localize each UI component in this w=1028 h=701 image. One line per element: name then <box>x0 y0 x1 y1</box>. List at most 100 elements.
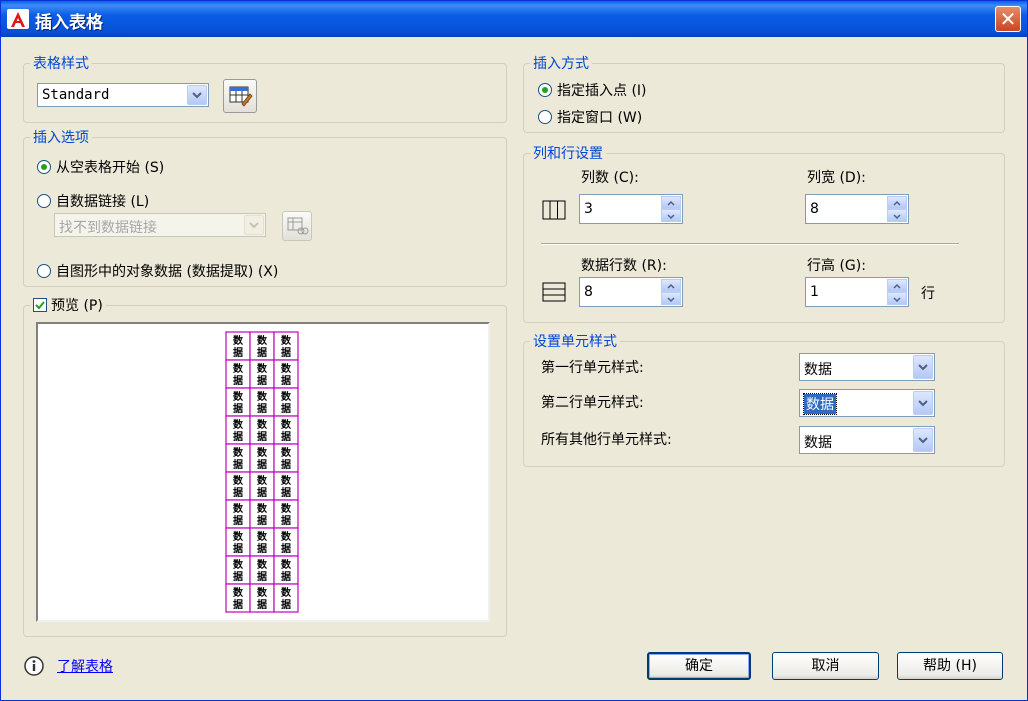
preview-cell-text: 据 <box>233 570 243 583</box>
preview-cell-text: 数 <box>257 530 268 543</box>
spin-down-button[interactable] <box>661 292 681 305</box>
radio-button-checked[interactable] <box>37 160 51 174</box>
table-style-dialog-button[interactable] <box>223 79 257 113</box>
data-link-dropdown-arrow[interactable] <box>244 215 264 235</box>
data-link-manager-button[interactable] <box>282 211 312 241</box>
preview-cell-text: 据 <box>233 598 243 611</box>
data-link-value: 找不到数据链接 <box>59 220 157 236</box>
radio-button[interactable] <box>37 194 51 208</box>
radio-from-extraction[interactable]: 自图形中的对象数据 (数据提取) (X) <box>37 261 278 281</box>
other-rows-style-dropdown-arrow[interactable] <box>913 428 933 452</box>
radio-window[interactable]: 指定窗口 (W) <box>538 107 642 127</box>
chevron-down-icon <box>667 297 675 303</box>
cell-style-legend: 设置单元样式 <box>533 334 617 350</box>
autocad-logo-icon <box>7 9 29 29</box>
table-style-dropdown-arrow[interactable] <box>187 85 207 105</box>
chevron-down-icon <box>893 214 901 220</box>
ok-button[interactable]: 确定 <box>647 652 751 680</box>
data-link-icon <box>287 217 309 235</box>
second-row-style-dropdown-arrow[interactable] <box>913 391 933 415</box>
preview-cell-text: 数 <box>257 390 268 403</box>
first-row-style-select[interactable]: 数据 <box>799 353 935 381</box>
first-row-style-label: 第一行单元样式: <box>541 360 644 376</box>
data-rows-label: 数据行数 (R): <box>581 258 667 274</box>
preview-cell-text: 据 <box>281 346 291 359</box>
second-row-style-label: 第二行单元样式: <box>541 395 644 411</box>
chevron-down-icon <box>667 214 675 220</box>
preview-cell-text: 数 <box>281 586 292 599</box>
cancel-button[interactable]: 取消 <box>772 652 879 680</box>
data-rows-input[interactable]: 8 <box>579 277 683 307</box>
table-style-value: Standard <box>42 87 110 103</box>
radio-insertion-point[interactable]: 指定插入点 (I) <box>538 80 647 100</box>
data-rows-value: 8 <box>584 284 593 300</box>
preview-legend[interactable]: 预览 (P) <box>30 295 106 315</box>
spin-down-button[interactable] <box>887 209 907 222</box>
preview-cell-text: 数 <box>233 474 244 487</box>
preview-cell-text: 数 <box>233 334 244 347</box>
spin-down-button[interactable] <box>887 292 907 305</box>
close-icon: ✕ <box>999 7 1017 31</box>
columns-spinner[interactable] <box>661 196 681 222</box>
data-rows-spinner[interactable] <box>661 279 681 305</box>
columns-input[interactable]: 3 <box>579 194 683 224</box>
table-style-edit-icon <box>229 86 253 107</box>
close-button[interactable]: ✕ <box>995 6 1021 32</box>
column-width-spinner[interactable] <box>887 196 907 222</box>
radio-button[interactable] <box>538 110 552 124</box>
chevron-down-icon <box>918 400 928 407</box>
preview-cell-text: 据 <box>257 402 267 415</box>
preview-cell-text: 据 <box>281 458 291 471</box>
insert-method-legend: 插入方式 <box>533 56 589 72</box>
learn-about-tables-link[interactable]: 了解表格 <box>57 656 113 676</box>
row-unit-label: 行 <box>921 286 935 302</box>
second-row-style-select[interactable]: 数据 <box>799 389 935 417</box>
preview-cell-text: 据 <box>233 374 243 387</box>
radio-from-empty[interactable]: 从空表格开始 (S) <box>37 157 164 177</box>
preview-cell-text: 数 <box>281 474 292 487</box>
spin-up-button[interactable] <box>887 279 907 292</box>
title-bar: 插入表格 ✕ <box>1 1 1027 37</box>
columns-label: 列数 (C): <box>581 170 639 186</box>
column-width-input[interactable]: 8 <box>805 194 909 224</box>
chevron-up-icon <box>893 283 901 289</box>
preview-cell-text: 据 <box>281 514 291 527</box>
radio-insertion-point-label: 指定插入点 (I) <box>557 83 647 99</box>
data-link-select[interactable]: 找不到数据链接 <box>54 213 266 237</box>
preview-cell-text: 据 <box>233 430 243 443</box>
preview-area: 数据数据数据数据数据数据数据数据数据数据数据数据数据数据数据数据数据数据数据数据… <box>36 322 490 622</box>
preview-cell-text: 据 <box>233 542 243 555</box>
spin-up-button[interactable] <box>887 196 907 209</box>
preview-table-grid: 数据数据数据数据数据数据数据数据数据数据数据数据数据数据数据数据数据数据数据数据… <box>225 331 299 613</box>
spin-down-button[interactable] <box>661 209 681 222</box>
first-row-style-dropdown-arrow[interactable] <box>913 355 933 379</box>
spin-up-button[interactable] <box>661 279 681 292</box>
row-height-spinner[interactable] <box>887 279 907 305</box>
chevron-down-icon <box>192 92 202 99</box>
preview-cell-text: 据 <box>281 374 291 387</box>
first-row-style-value: 数据 <box>804 362 832 378</box>
insert-table-dialog: 插入表格 ✕ 表格样式 Standard 插入选项 从空表格开始 (S) 自数据… <box>0 0 1028 701</box>
checkmark-icon <box>35 301 45 310</box>
preview-cell-text: 据 <box>233 458 243 471</box>
preview-cell-text: 据 <box>233 346 243 359</box>
table-style-legend: 表格样式 <box>33 56 89 72</box>
chevron-down-icon <box>249 222 259 229</box>
preview-cell-text: 据 <box>281 542 291 555</box>
spin-up-button[interactable] <box>661 196 681 209</box>
column-row-settings-legend: 列和行设置 <box>533 146 603 162</box>
table-style-select[interactable]: Standard <box>37 83 209 107</box>
preview-cell-text: 数 <box>257 558 268 571</box>
radio-from-data-link[interactable]: 自数据链接 (L) <box>37 191 149 211</box>
radio-button-checked[interactable] <box>538 83 552 97</box>
chevron-up-icon <box>667 283 675 289</box>
radio-from-empty-label: 从空表格开始 (S) <box>56 160 165 176</box>
preview-cell-text: 数 <box>281 362 292 375</box>
preview-checkbox[interactable] <box>33 298 47 312</box>
radio-button[interactable] <box>37 264 51 278</box>
chevron-up-icon <box>893 200 901 206</box>
preview-cell-text: 据 <box>257 458 267 471</box>
help-button[interactable]: 帮助 (H) <box>897 652 1003 680</box>
row-height-input[interactable]: 1 <box>805 277 909 307</box>
other-rows-style-select[interactable]: 数据 <box>799 426 935 454</box>
